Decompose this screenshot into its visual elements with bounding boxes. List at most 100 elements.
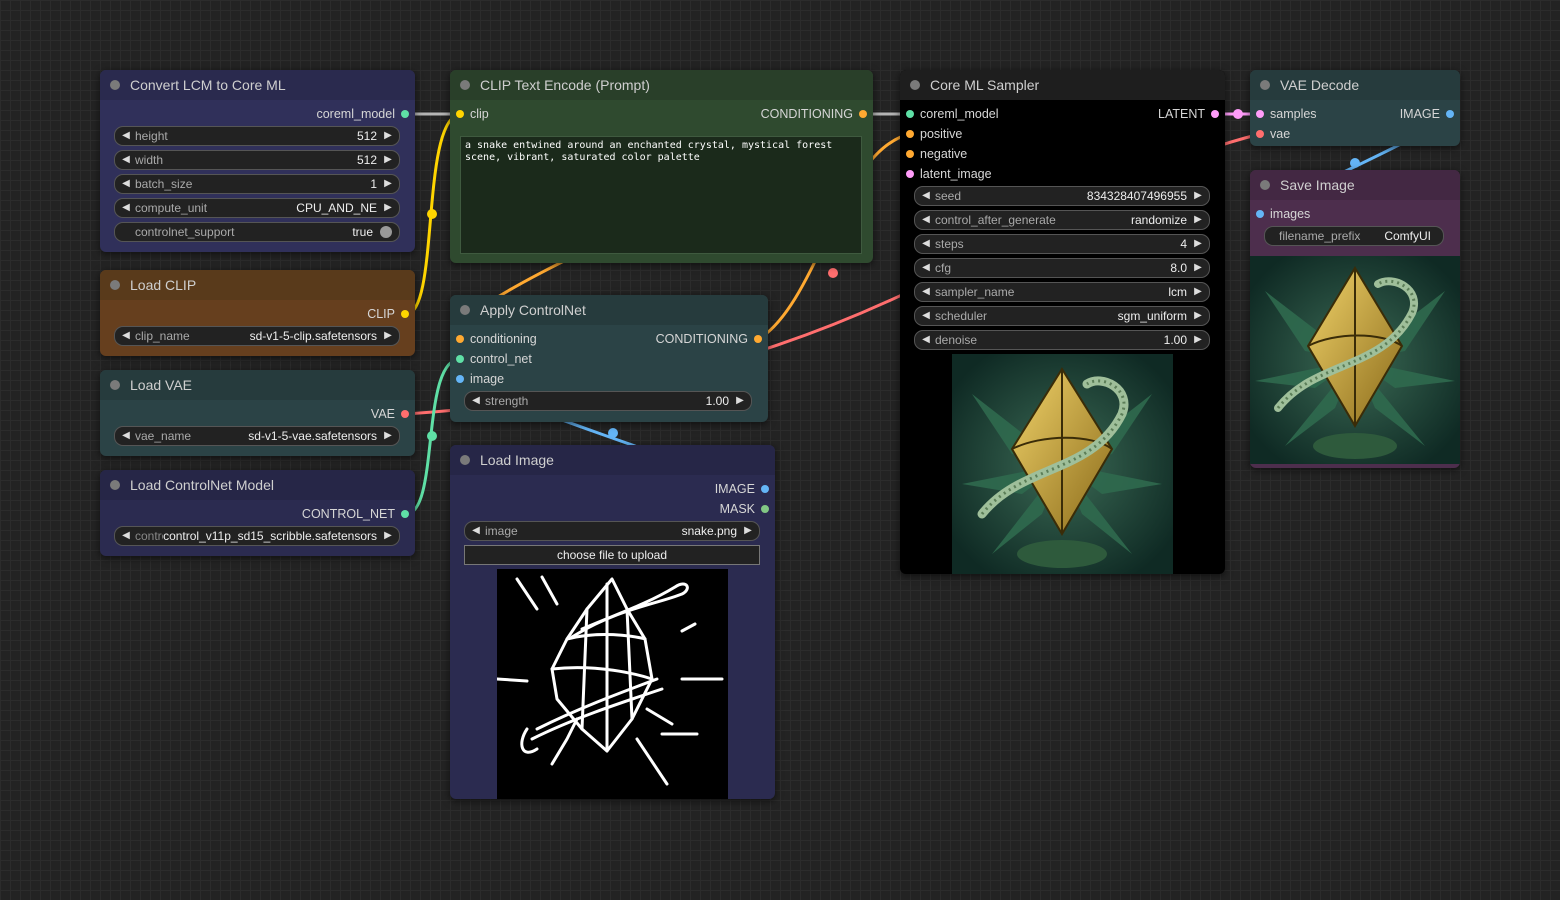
decrement-icon[interactable]: ◀ bbox=[468, 522, 484, 540]
increment-icon[interactable]: ▶ bbox=[1190, 283, 1206, 301]
decrement-icon[interactable]: ◀ bbox=[118, 327, 134, 345]
collapse-dot-icon[interactable] bbox=[110, 280, 120, 290]
pin-icon[interactable] bbox=[401, 110, 409, 118]
input-negative[interactable]: negative bbox=[900, 144, 1070, 164]
widget-control-net-name[interactable]: ◀control_net_namecontrol_v11p_sd15_scrib… bbox=[114, 526, 400, 546]
pin-icon[interactable] bbox=[859, 110, 867, 118]
node-apply-controlnet[interactable]: Apply ControlNet conditioning control_ne… bbox=[450, 295, 768, 422]
input-latent-image[interactable]: latent_image bbox=[900, 164, 1070, 184]
widget-scheduler[interactable]: ◀ scheduler sgm_uniform ▶ bbox=[914, 306, 1210, 326]
collapse-dot-icon[interactable] bbox=[460, 455, 470, 465]
pin-icon[interactable] bbox=[1446, 110, 1454, 118]
pin-icon[interactable] bbox=[761, 485, 769, 493]
increment-icon[interactable]: ▶ bbox=[732, 392, 748, 410]
decrement-icon[interactable]: ◀ bbox=[118, 199, 134, 217]
decrement-icon[interactable]: ◀ bbox=[918, 187, 934, 205]
widget-compute-unit[interactable]: ◀ compute_unit CPU_AND_NE ▶ bbox=[114, 198, 400, 218]
pin-icon[interactable] bbox=[401, 310, 409, 318]
collapse-dot-icon[interactable] bbox=[460, 305, 470, 315]
increment-icon[interactable]: ▶ bbox=[1190, 259, 1206, 277]
node-load-vae[interactable]: Load VAE VAE ◀ vae_name sd-v1-5-vae.safete… bbox=[100, 370, 415, 456]
output-conditioning[interactable]: CONDITIONING bbox=[600, 329, 768, 349]
increment-icon[interactable]: ▶ bbox=[1190, 187, 1206, 205]
increment-icon[interactable]: ▶ bbox=[380, 427, 396, 445]
widget-steps[interactable]: ◀ steps 4 ▶ bbox=[914, 234, 1210, 254]
output-image[interactable]: IMAGE bbox=[600, 479, 775, 499]
output-mask[interactable]: MASK bbox=[600, 499, 775, 519]
decrement-icon[interactable]: ◀ bbox=[118, 127, 134, 145]
toggle-knob-icon[interactable] bbox=[380, 226, 392, 238]
toggle-controlnet-support[interactable]: controlnet_support true bbox=[114, 222, 400, 242]
output-control-net[interactable]: CONTROL_NET bbox=[100, 504, 415, 524]
decrement-icon[interactable]: ◀ bbox=[918, 235, 934, 253]
node-title[interactable]: Convert LCM to Core ML bbox=[100, 70, 415, 100]
increment-icon[interactable]: ▶ bbox=[380, 151, 396, 169]
decrement-icon[interactable]: ◀ bbox=[918, 211, 934, 229]
widget-clip-name[interactable]: ◀ clip_name sd-v1-5-clip.safetensors ▶ bbox=[114, 326, 400, 346]
increment-icon[interactable]: ▶ bbox=[1190, 211, 1206, 229]
decrement-icon[interactable]: ◀ bbox=[118, 175, 134, 193]
increment-icon[interactable]: ▶ bbox=[1190, 331, 1206, 349]
pin-icon[interactable] bbox=[754, 335, 762, 343]
collapse-dot-icon[interactable] bbox=[1260, 180, 1270, 190]
node-coreml-sampler[interactable]: Core ML Sampler coreml_model positive ne… bbox=[900, 70, 1225, 574]
increment-icon[interactable]: ▶ bbox=[1190, 235, 1206, 253]
input-control-net[interactable]: control_net bbox=[450, 349, 610, 369]
collapse-dot-icon[interactable] bbox=[110, 380, 120, 390]
node-title[interactable]: Apply ControlNet bbox=[450, 295, 768, 325]
decrement-icon[interactable]: ◀ bbox=[118, 427, 134, 445]
collapse-dot-icon[interactable] bbox=[110, 480, 120, 490]
pin-icon[interactable] bbox=[456, 335, 464, 343]
widget-control-after-generate[interactable]: ◀ control_after_generate randomize ▶ bbox=[914, 210, 1210, 230]
decrement-icon[interactable]: ◀ bbox=[468, 392, 484, 410]
node-title[interactable]: Core ML Sampler bbox=[900, 70, 1225, 100]
choose-file-button[interactable]: choose file to upload bbox=[464, 545, 760, 565]
output-coreml-model[interactable]: coreml_model bbox=[100, 104, 415, 124]
pin-icon[interactable] bbox=[456, 355, 464, 363]
widget-batch-size[interactable]: ◀ batch_size 1 ▶ bbox=[114, 174, 400, 194]
pin-icon[interactable] bbox=[401, 510, 409, 518]
node-title[interactable]: CLIP Text Encode (Prompt) bbox=[450, 70, 873, 100]
collapse-dot-icon[interactable] bbox=[460, 80, 470, 90]
output-latent[interactable]: LATENT bbox=[1080, 104, 1225, 124]
node-title[interactable]: Load VAE bbox=[100, 370, 415, 400]
node-clip-text-encode[interactable]: CLIP Text Encode (Prompt) clip CONDITION… bbox=[450, 70, 873, 263]
increment-icon[interactable]: ▶ bbox=[380, 199, 396, 217]
input-coreml-model[interactable]: coreml_model bbox=[900, 104, 1070, 124]
node-title[interactable]: Load Image bbox=[450, 445, 775, 475]
pin-icon[interactable] bbox=[761, 505, 769, 513]
widget-vae-name[interactable]: ◀ vae_name sd-v1-5-vae.safetensors ▶ bbox=[114, 426, 400, 446]
increment-icon[interactable]: ▶ bbox=[1190, 307, 1206, 325]
pin-icon[interactable] bbox=[456, 375, 464, 383]
node-convert-lcm[interactable]: Convert LCM to Core ML coreml_model ◀ hei… bbox=[100, 70, 415, 252]
input-conditioning[interactable]: conditioning bbox=[450, 329, 610, 349]
decrement-icon[interactable]: ◀ bbox=[918, 307, 934, 325]
collapse-dot-icon[interactable] bbox=[1260, 80, 1270, 90]
collapse-dot-icon[interactable] bbox=[910, 80, 920, 90]
pin-icon[interactable] bbox=[906, 170, 914, 178]
input-vae[interactable]: vae bbox=[1250, 124, 1370, 144]
increment-icon[interactable]: ▶ bbox=[380, 175, 396, 193]
pin-icon[interactable] bbox=[906, 150, 914, 158]
widget-seed[interactable]: ◀ seed 834328407496955 ▶ bbox=[914, 186, 1210, 206]
input-samples[interactable]: samples bbox=[1250, 104, 1370, 124]
output-clip[interactable]: CLIP bbox=[100, 304, 415, 324]
input-image[interactable]: image bbox=[450, 369, 610, 389]
pin-icon[interactable] bbox=[401, 410, 409, 418]
increment-icon[interactable]: ▶ bbox=[380, 527, 396, 545]
node-load-image[interactable]: Load Image IMAGE MASK ◀ image snake.png ▶ c… bbox=[450, 445, 775, 799]
pin-icon[interactable] bbox=[1211, 110, 1219, 118]
node-load-clip[interactable]: Load CLIP CLIP ◀ clip_name sd-v1-5-clip.sa… bbox=[100, 270, 415, 356]
widget-filename-prefix[interactable]: filename_prefix ComfyUI bbox=[1264, 226, 1444, 246]
node-vae-decode[interactable]: VAE Decode samples vae IMAGE bbox=[1250, 70, 1460, 146]
input-clip[interactable]: clip bbox=[450, 104, 620, 124]
pin-icon[interactable] bbox=[1256, 110, 1264, 118]
prompt-textarea[interactable]: a snake entwined around an enchanted cry… bbox=[460, 136, 862, 254]
node-save-image[interactable]: Save Image images filename_prefix ComfyUI bbox=[1250, 170, 1460, 468]
pin-icon[interactable] bbox=[906, 130, 914, 138]
pin-icon[interactable] bbox=[456, 110, 464, 118]
decrement-icon[interactable]: ◀ bbox=[918, 259, 934, 277]
pin-icon[interactable] bbox=[1256, 210, 1264, 218]
widget-height[interactable]: ◀ height 512 ▶ bbox=[114, 126, 400, 146]
widget-denoise[interactable]: ◀ denoise 1.00 ▶ bbox=[914, 330, 1210, 350]
